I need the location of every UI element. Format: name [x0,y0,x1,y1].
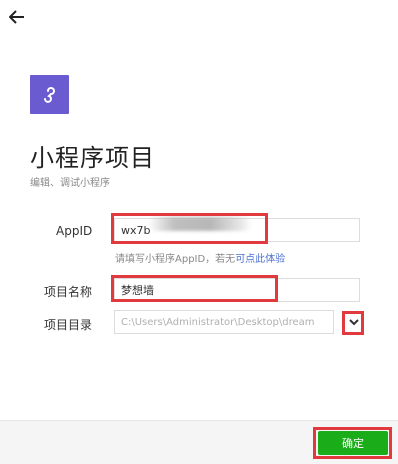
back-arrow-icon[interactable] [6,8,28,26]
page-subtitle: 编辑、调试小程序 [30,178,110,189]
appid-hint-text: 请填写小程序AppID，若无 [115,254,236,265]
appid-value: wx7b [121,223,151,237]
project-dir-value: C:\Users\Administrator\Desktop\dream [121,316,315,328]
project-dir-field[interactable]: C:\Users\Administrator\Desktop\dream [114,310,334,334]
project-name-label: 项目名称 [44,285,93,299]
try-link[interactable]: 可点此体验 [235,254,285,265]
confirm-button[interactable]: 确定 [318,431,388,455]
appid-hint: 请填写小程序AppID，若无可点此体验 [115,250,285,265]
page-title: 小程序项目 [30,144,155,172]
project-name-field[interactable]: 梦想墙 [114,278,360,302]
project-name-value: 梦想墙 [121,284,154,297]
project-dir-label: 项目目录 [44,318,93,332]
chevron-down-icon[interactable] [345,313,363,331]
mini-program-icon [30,75,69,114]
appid-label: AppID [56,224,93,238]
redacted-appid [148,217,252,231]
